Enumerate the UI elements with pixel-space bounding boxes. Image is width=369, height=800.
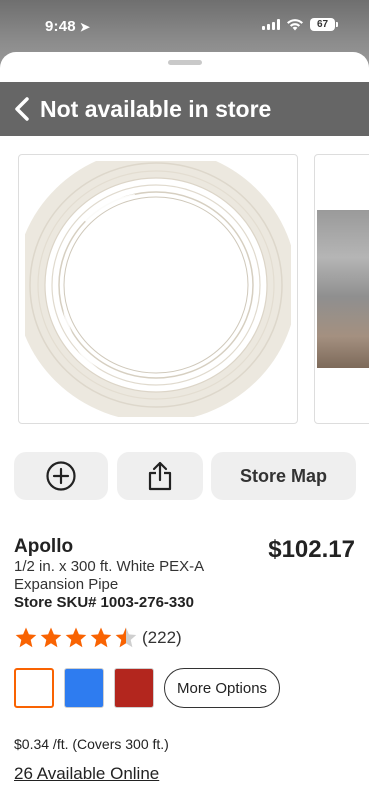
review-count: (222) (142, 628, 182, 647)
product-image-next[interactable] (314, 154, 369, 424)
swatch-blue[interactable] (64, 668, 104, 708)
share-button[interactable] (117, 452, 203, 500)
product-description: 1/2 in. x 300 ft. White PEX-A Expansion … (14, 558, 204, 593)
available-online-link[interactable]: 26 Available Online (14, 764, 159, 784)
share-icon (148, 461, 172, 491)
header-title: Not available in store (40, 95, 272, 122)
action-buttons: Store Map (14, 452, 356, 500)
product-price: $102.17 (268, 536, 355, 563)
swatch-white[interactable] (14, 668, 54, 708)
store-map-button[interactable]: Store Map (211, 452, 356, 500)
battery-level: 67 (316, 19, 329, 30)
location-arrow-icon: ➤ (79, 20, 91, 34)
add-to-list-button[interactable] (14, 452, 108, 500)
image-gallery[interactable] (0, 154, 369, 424)
sku-value: 1003-276-330 (100, 594, 194, 611)
product-sheet: Not available in store Store Map Apollo … (0, 52, 369, 800)
chevron-left-icon (15, 97, 29, 121)
store-sku: Store SKU# 1003-276-330 (14, 594, 194, 611)
color-swatches: More Options (14, 667, 281, 709)
signal-icon (262, 19, 280, 30)
star-full-icon (40, 627, 62, 648)
star-full-icon (90, 627, 112, 648)
sheet-grabber[interactable] (168, 60, 202, 65)
more-options-button[interactable]: More Options (164, 668, 281, 708)
star-rating (14, 626, 138, 650)
availability-header: Not available in store (0, 82, 369, 136)
unit-price: $0.34 /ft. (Covers 300 ft.) (14, 736, 169, 752)
wifi-icon (287, 19, 303, 31)
status-icons: 67 (262, 18, 338, 31)
status-bar: 9:48 ➤ 67 (0, 0, 369, 50)
product-image-main[interactable] (18, 154, 298, 424)
plus-circle-icon (46, 461, 76, 491)
battery-icon: 67 (310, 18, 338, 31)
sku-label: Store SKU# (14, 594, 97, 611)
clock-text: 9:48 (45, 18, 76, 35)
status-time: 9:48 ➤ (45, 18, 90, 35)
next-photo (317, 210, 369, 368)
pex-coil-image (25, 161, 291, 417)
product-brand: Apollo (14, 536, 74, 557)
rating-row[interactable]: (222) (14, 626, 182, 650)
back-button[interactable] (4, 82, 40, 136)
star-full-icon (15, 627, 37, 648)
swatch-red[interactable] (114, 668, 154, 708)
star-full-icon (65, 627, 87, 648)
star-half-icon (115, 627, 137, 648)
